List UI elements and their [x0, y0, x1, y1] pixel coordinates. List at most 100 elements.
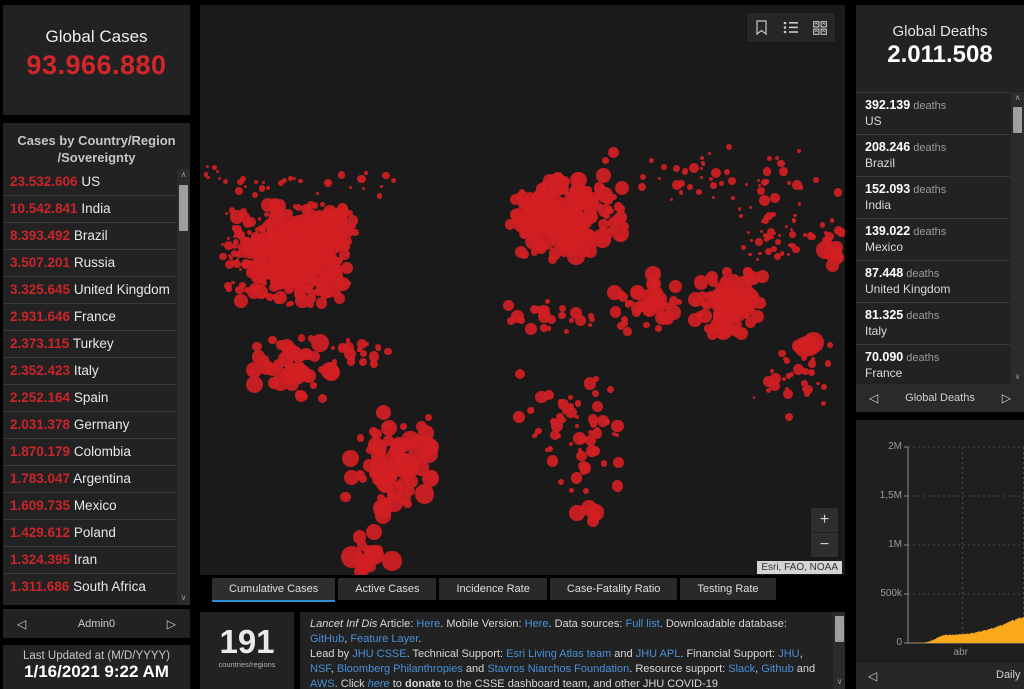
case-row[interactable]: 2.352.423 Italy	[3, 357, 176, 384]
map-dot	[767, 156, 772, 161]
zoom-out-button[interactable]: −	[811, 532, 838, 557]
map-dot	[640, 174, 646, 180]
deaths-country-list[interactable]: 392.139 deathsUS208.246 deathsBrazil152.…	[856, 92, 1010, 384]
case-row[interactable]: 1.870.179 Colombia	[3, 438, 176, 465]
credits-link[interactable]: Here	[416, 618, 440, 630]
tab-active-cases[interactable]: Active Cases	[338, 578, 436, 600]
map-dot	[515, 369, 525, 379]
map-dot	[219, 253, 227, 261]
map-dot	[244, 185, 247, 188]
map-dot	[687, 184, 693, 190]
bookmark-icon[interactable]	[751, 17, 773, 39]
case-row[interactable]: 3.507.201 Russia	[3, 249, 176, 276]
basemap-icon[interactable]	[809, 17, 831, 39]
case-row[interactable]: 1.324.395 Iran	[3, 546, 176, 573]
map-dot	[648, 274, 655, 281]
map-dot	[643, 322, 650, 329]
map-dot	[797, 149, 801, 153]
tab-incidence-rate[interactable]: Incidence Rate	[439, 578, 546, 600]
credits-link[interactable]: Stavros Niarchos Foundation	[487, 663, 629, 675]
map-dot	[827, 342, 834, 349]
death-row[interactable]: 81.325 deathsItaly	[856, 302, 1010, 344]
credits-link[interactable]: JHU APL	[636, 648, 681, 660]
map-dot	[328, 362, 338, 372]
case-row[interactable]: 2.373.115 Turkey	[3, 330, 176, 357]
case-country: France	[70, 309, 116, 324]
case-row[interactable]: 2.252.164 Spain	[3, 384, 176, 411]
death-row[interactable]: 70.090 deathsFrance	[856, 344, 1010, 384]
credits-link[interactable]: NSF	[310, 663, 331, 675]
scroll-up-icon[interactable]: ∧	[177, 169, 190, 182]
case-country: Italy	[70, 363, 99, 378]
map-dot	[645, 309, 652, 316]
credits-link[interactable]: here	[368, 678, 390, 689]
credits-link[interactable]: Github	[761, 663, 793, 675]
cases-list-scrollbar[interactable]: ∧ ∨	[177, 169, 190, 605]
tab-cumulative-cases[interactable]: Cumulative Cases	[212, 578, 335, 602]
pager-next-icon[interactable]: ▷	[167, 617, 176, 631]
death-value: 392.139	[865, 98, 910, 112]
cases-country-list[interactable]: 23.532.606 US10.542.841 India8.393.492 B…	[3, 169, 176, 605]
case-row[interactable]: 3.325.645 United Kingdom	[3, 276, 176, 303]
last-updated-label: Last Updated at (M/D/YYYY)	[3, 650, 190, 662]
world-map[interactable]: + − Esri, FAO, NOAA	[200, 5, 845, 575]
pager-prev-icon[interactable]: ◁	[869, 391, 878, 405]
map-dot	[738, 207, 742, 211]
map-dot	[241, 284, 245, 288]
scroll-up-icon[interactable]: ∧	[1011, 92, 1024, 105]
global-deaths-value: 2.011.508	[856, 41, 1024, 69]
credits-scrollbar[interactable]: ∨	[833, 612, 845, 689]
death-row[interactable]: 152.093 deathsIndia	[856, 176, 1010, 218]
case-row[interactable]: 1.429.612 Poland	[3, 519, 176, 546]
tab-testing-rate[interactable]: Testing Rate	[680, 578, 775, 600]
case-row[interactable]: 10.542.841 India	[3, 195, 176, 222]
map-dot	[371, 448, 388, 465]
pager-prev-icon[interactable]: ◁	[868, 669, 877, 683]
credits-link[interactable]: AWS	[310, 678, 335, 689]
map-dot	[802, 387, 806, 391]
map-dot	[837, 228, 845, 237]
death-row[interactable]: 139.022 deathsMexico	[856, 218, 1010, 260]
scrollbar-thumb[interactable]	[179, 185, 188, 231]
map-dot	[384, 348, 392, 356]
credits-link[interactable]: Slack	[728, 663, 755, 675]
map-dot	[535, 428, 542, 435]
death-row[interactable]: 208.246 deathsBrazil	[856, 134, 1010, 176]
case-value: 2.352.423	[10, 363, 70, 378]
case-row[interactable]: 1.783.047 Argentina	[3, 465, 176, 492]
scrollbar-thumb[interactable]	[1013, 107, 1022, 133]
credits-link[interactable]: Full list	[626, 618, 660, 630]
cases-list-pager: ◁ Admin0 ▷	[3, 609, 190, 638]
death-row[interactable]: 392.139 deathsUS	[856, 92, 1010, 134]
death-value: 87.448	[865, 266, 903, 280]
legend-icon[interactable]	[780, 17, 802, 39]
case-row[interactable]: 1.311.686 South Africa	[3, 573, 176, 600]
tab-case-fatality-ratio[interactable]: Case-Fatality Ratio	[550, 578, 678, 600]
pager-prev-icon[interactable]: ◁	[17, 617, 26, 631]
credits-link[interactable]: JHU	[778, 648, 799, 660]
case-row[interactable]: 2.931.646 France	[3, 303, 176, 330]
scroll-down-icon[interactable]: ∨	[177, 592, 190, 605]
credits-text-segment: . Financial Support:	[680, 648, 778, 660]
case-row[interactable]: 23.532.606 US	[3, 169, 176, 195]
pager-next-icon[interactable]: ▷	[1002, 391, 1011, 405]
scroll-down-icon[interactable]: ∨	[1011, 371, 1024, 384]
credits-link[interactable]: Here	[525, 618, 549, 630]
death-row[interactable]: 87.448 deathsUnited Kingdom	[856, 260, 1010, 302]
deaths-list-scrollbar[interactable]: ∧ ∨	[1011, 92, 1024, 384]
credits-link[interactable]: GitHub	[310, 633, 344, 645]
case-row[interactable]: 8.393.492 Brazil	[3, 222, 176, 249]
case-row[interactable]: 1.609.735 Mexico	[3, 492, 176, 519]
credits-link[interactable]: Feature Layer	[350, 633, 418, 645]
map-dot	[362, 187, 365, 190]
scrollbar-thumb[interactable]	[835, 616, 844, 642]
case-row[interactable]: 2.031.378 Germany	[3, 411, 176, 438]
credits-link[interactable]: JHU CSSE	[352, 648, 406, 660]
credits-link[interactable]: Esri Living Atlas team	[506, 648, 611, 660]
map-dot	[710, 182, 718, 190]
credits-link[interactable]: Bloomberg Philanthropies	[337, 663, 463, 675]
daily-cases-chart[interactable]	[908, 447, 1024, 643]
zoom-in-button[interactable]: +	[811, 508, 838, 532]
case-value: 2.931.646	[10, 309, 70, 324]
scroll-down-icon[interactable]: ∨	[833, 676, 845, 689]
